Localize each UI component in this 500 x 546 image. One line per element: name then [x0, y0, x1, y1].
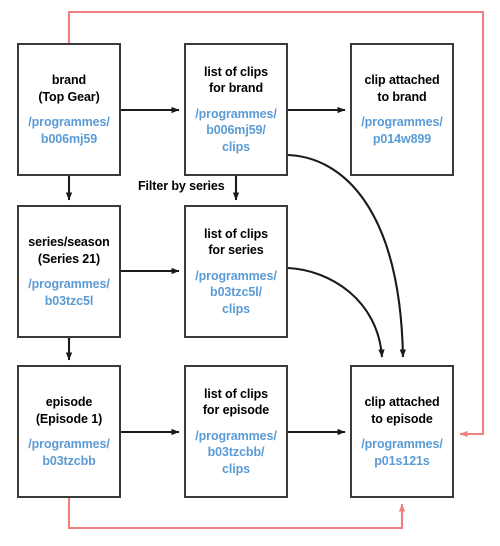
node-clips-for-series[interactable]: list of clips for series /programmes/ b0…: [184, 205, 288, 338]
edge-clips-for-brand-to-clip-attached-to-episode: [287, 153, 407, 358]
node-clips-for-episode[interactable]: list of clips for episode /programmes/ b…: [184, 365, 288, 498]
clips-relationship-diagram: brand (Top Gear) /programmes/ b006mj59 l…: [0, 0, 500, 546]
node-series-title: series/season (Series 21): [28, 235, 110, 266]
node-clip-attached-to-brand-path: /programmes/ p014w899: [361, 115, 443, 146]
node-clip-attached-to-brand[interactable]: clip attached to brand /programmes/ p014…: [350, 43, 454, 176]
node-clips-for-series-path: /programmes/ b03tzc5l/ clips: [195, 268, 277, 316]
node-clips-for-brand[interactable]: list of clips for brand /programmes/ b00…: [184, 43, 288, 176]
node-clips-for-episode-path: /programmes/ b03tzcbb/ clips: [195, 428, 277, 476]
node-clip-attached-to-episode[interactable]: clip attached to episode /programmes/ p0…: [350, 365, 454, 498]
edge-label-filter-by-series: Filter by series: [136, 179, 227, 193]
node-clips-for-brand-path: /programmes/ b006mj59/ clips: [195, 106, 277, 154]
node-clip-attached-to-brand-title: clip attached to brand: [364, 73, 440, 104]
edge-clips-for-series-to-clip-attached-to-episode: [287, 266, 385, 358]
edge-red-episode-bottom-route-to-clip-attached-to-episode: [67, 498, 406, 530]
node-clip-attached-to-episode-path: /programmes/ p01s121s: [361, 437, 443, 468]
node-clips-for-series-title: list of clips for series: [204, 226, 268, 258]
node-brand-path: /programmes/ b006mj59: [28, 115, 110, 146]
node-series-path: /programmes/ b03tzc5l: [28, 277, 110, 308]
node-episode-title: episode (Episode 1): [35, 395, 103, 426]
node-clip-attached-to-episode-title: clip attached to episode: [364, 395, 440, 426]
node-clips-for-episode-title: list of clips for episode: [202, 386, 270, 418]
node-brand-title: brand (Top Gear): [38, 73, 100, 104]
node-episode[interactable]: episode (Episode 1) /programmes/ b03tzcb…: [17, 365, 121, 498]
node-episode-path: /programmes/ b03tzcbb: [28, 437, 110, 468]
node-clips-for-brand-title: list of clips for brand: [204, 64, 268, 96]
node-brand[interactable]: brand (Top Gear) /programmes/ b006mj59: [17, 43, 121, 176]
node-series[interactable]: series/season (Series 21) /programmes/ b…: [17, 205, 121, 338]
